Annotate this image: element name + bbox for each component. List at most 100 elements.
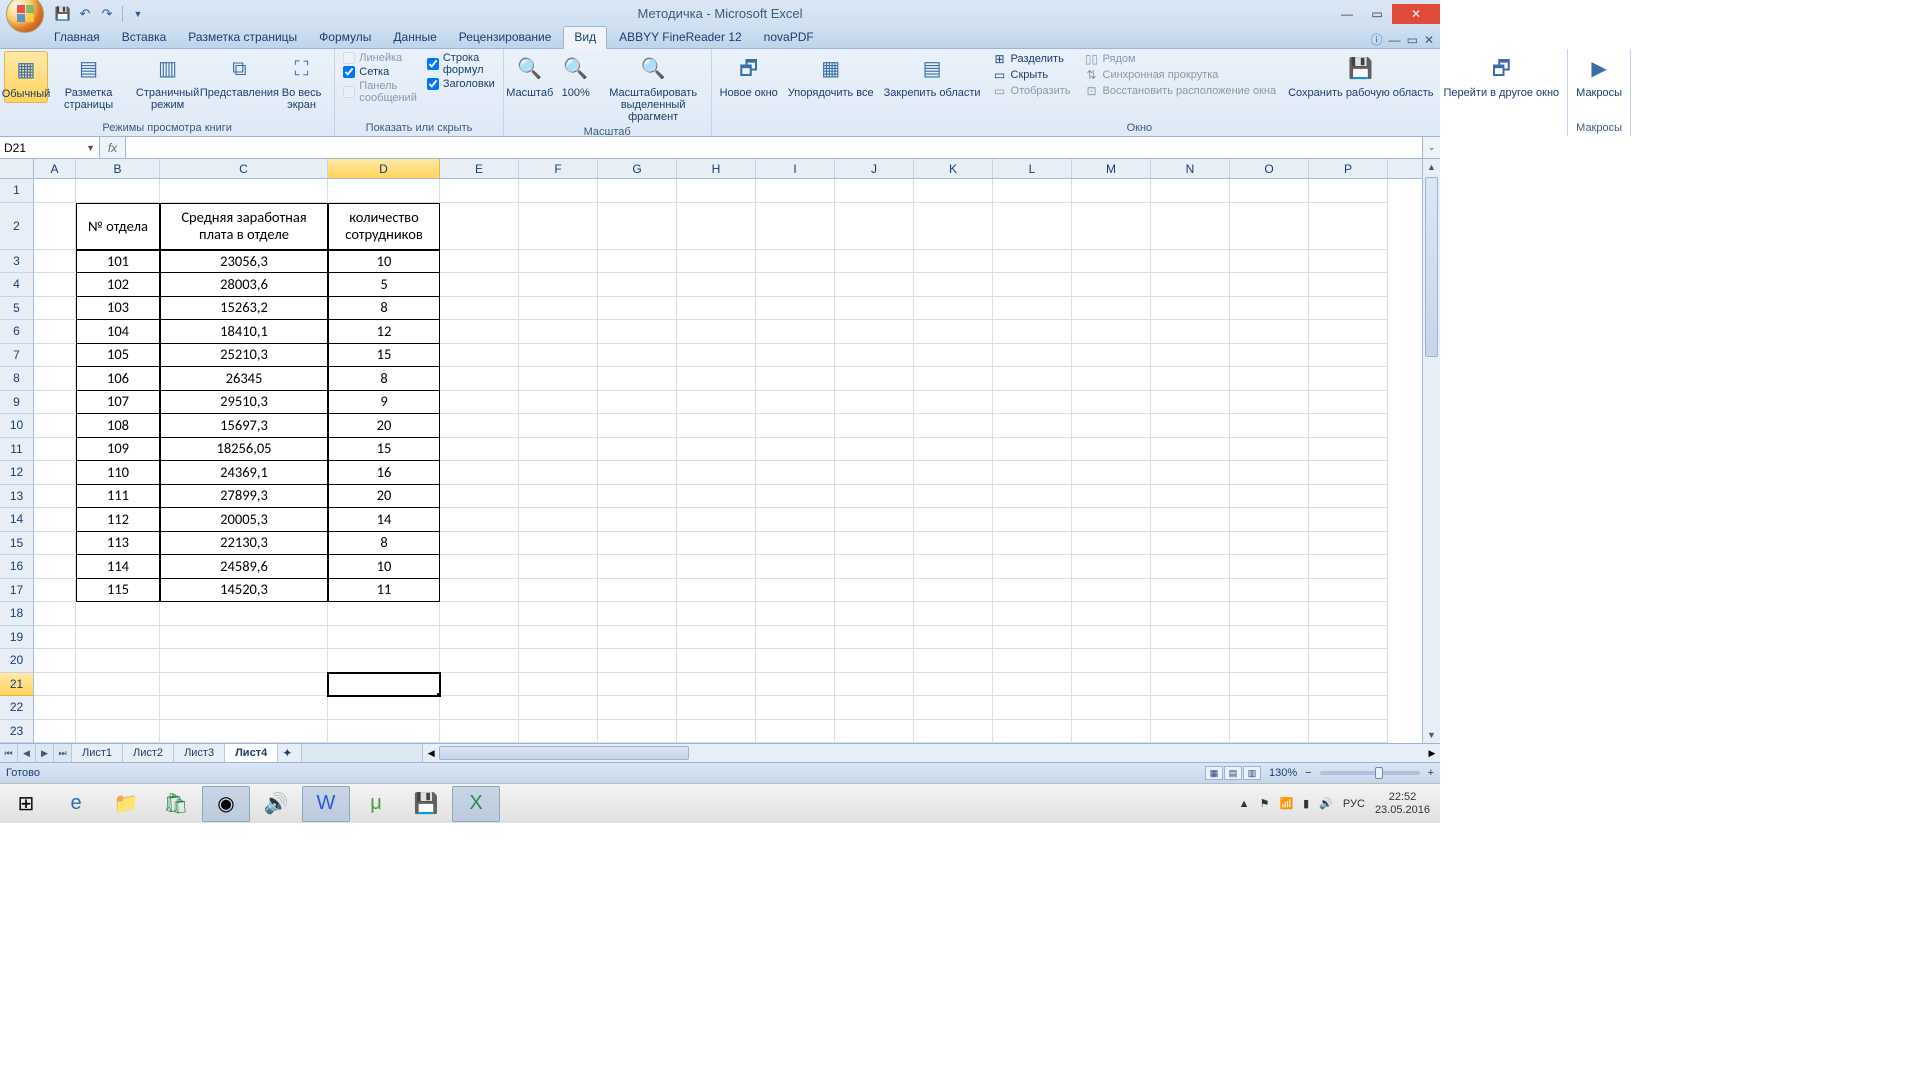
cell-F5[interactable] [519, 297, 598, 321]
scroll-up-icon[interactable]: ▲ [1423, 159, 1440, 175]
cell-O1[interactable] [1230, 179, 1309, 203]
cell-J4[interactable] [835, 273, 914, 297]
cell-N22[interactable] [1151, 696, 1230, 720]
cell-B23[interactable] [76, 720, 160, 744]
cell-I4[interactable] [756, 273, 835, 297]
cell-E11[interactable] [440, 438, 519, 462]
sheet-tab-0[interactable]: Лист1 [72, 744, 123, 762]
cell-I11[interactable] [756, 438, 835, 462]
row-header-12[interactable]: 12 [0, 461, 33, 485]
cell-J21[interactable] [835, 673, 914, 697]
cell-B13[interactable]: 111 [76, 485, 160, 509]
cell-P11[interactable] [1309, 438, 1388, 462]
cell-A4[interactable] [34, 273, 76, 297]
cell-N1[interactable] [1151, 179, 1230, 203]
cell-J12[interactable] [835, 461, 914, 485]
help-icon[interactable]: ⓘ [1371, 31, 1383, 48]
doc-restore-icon[interactable]: ▭ [1407, 33, 1418, 47]
cell-K8[interactable] [914, 367, 993, 391]
zoom-button[interactable]: 🔍Масштаб [508, 51, 552, 101]
fx-button[interactable]: fx [100, 137, 126, 158]
cell-B17[interactable]: 115 [76, 579, 160, 603]
normal-view-button[interactable]: ▦Обычный [4, 51, 48, 103]
cell-O11[interactable] [1230, 438, 1309, 462]
cell-L22[interactable] [993, 696, 1072, 720]
doc-close-icon[interactable]: ✕ [1424, 33, 1434, 47]
cell-B11[interactable]: 109 [76, 438, 160, 462]
tab-formulas[interactable]: Формулы [309, 27, 381, 48]
cell-F10[interactable] [519, 414, 598, 438]
cell-J13[interactable] [835, 485, 914, 509]
cell-C22[interactable] [160, 696, 328, 720]
cell-E4[interactable] [440, 273, 519, 297]
cell-F21[interactable] [519, 673, 598, 697]
headings-checkbox[interactable]: Заголовки [423, 77, 499, 91]
zoom-level[interactable]: 130% [1269, 767, 1297, 779]
row-header-4[interactable]: 4 [0, 273, 33, 297]
cell-A5[interactable] [34, 297, 76, 321]
cell-H19[interactable] [677, 626, 756, 650]
cell-B22[interactable] [76, 696, 160, 720]
cell-H6[interactable] [677, 320, 756, 344]
col-header-F[interactable]: F [519, 159, 598, 178]
col-header-K[interactable]: K [914, 159, 993, 178]
clock[interactable]: 22:5223.05.2016 [1375, 791, 1430, 815]
cell-K15[interactable] [914, 532, 993, 556]
cell-G14[interactable] [598, 508, 677, 532]
cell-M8[interactable] [1072, 367, 1151, 391]
cell-A22[interactable] [34, 696, 76, 720]
cell-P21[interactable] [1309, 673, 1388, 697]
chrome-icon[interactable]: ◉ [202, 786, 250, 822]
hscroll-thumb[interactable] [439, 746, 689, 760]
cell-N3[interactable] [1151, 250, 1230, 274]
cell-E10[interactable] [440, 414, 519, 438]
cell-C2[interactable]: Средняя заработная плата в отделе [160, 203, 328, 250]
cell-J20[interactable] [835, 649, 914, 673]
cell-L23[interactable] [993, 720, 1072, 744]
cell-H14[interactable] [677, 508, 756, 532]
cell-M19[interactable] [1072, 626, 1151, 650]
cell-O21[interactable] [1230, 673, 1309, 697]
cell-B14[interactable]: 112 [76, 508, 160, 532]
cell-N6[interactable] [1151, 320, 1230, 344]
row-header-8[interactable]: 8 [0, 367, 33, 391]
cell-M3[interactable] [1072, 250, 1151, 274]
cell-L5[interactable] [993, 297, 1072, 321]
word-icon[interactable]: W [302, 786, 350, 822]
qat-dropdown-icon[interactable]: ▼ [129, 5, 147, 23]
cell-K14[interactable] [914, 508, 993, 532]
cell-P15[interactable] [1309, 532, 1388, 556]
macros-button[interactable]: ▶Макросы [1572, 51, 1626, 101]
cell-B8[interactable]: 106 [76, 367, 160, 391]
sheet-tab-3[interactable]: Лист4 [225, 744, 278, 762]
cell-G8[interactable] [598, 367, 677, 391]
cell-D10[interactable]: 20 [328, 414, 440, 438]
cell-F2[interactable] [519, 203, 598, 250]
cell-E3[interactable] [440, 250, 519, 274]
cell-K4[interactable] [914, 273, 993, 297]
cell-O16[interactable] [1230, 555, 1309, 579]
row-header-2[interactable]: 2 [0, 203, 33, 250]
row-header-6[interactable]: 6 [0, 320, 33, 344]
cell-E7[interactable] [440, 344, 519, 368]
cell-P17[interactable] [1309, 579, 1388, 603]
cell-G11[interactable] [598, 438, 677, 462]
cell-H22[interactable] [677, 696, 756, 720]
row-header-22[interactable]: 22 [0, 696, 33, 720]
cell-D23[interactable] [328, 720, 440, 744]
cell-A9[interactable] [34, 391, 76, 415]
cell-B4[interactable]: 102 [76, 273, 160, 297]
cell-O2[interactable] [1230, 203, 1309, 250]
cell-A23[interactable] [34, 720, 76, 744]
cell-G12[interactable] [598, 461, 677, 485]
cell-B2[interactable]: № отдела [76, 203, 160, 250]
row-header-19[interactable]: 19 [0, 626, 33, 650]
sheet-last-icon[interactable]: ⏭ [54, 744, 72, 762]
cell-C4[interactable]: 28003,6 [160, 273, 328, 297]
col-header-G[interactable]: G [598, 159, 677, 178]
freeze-panes-button[interactable]: ▤Закрепить области [880, 51, 985, 101]
redo-icon[interactable]: ↷ [98, 5, 116, 23]
row-header-13[interactable]: 13 [0, 485, 33, 509]
cell-F22[interactable] [519, 696, 598, 720]
cell-O8[interactable] [1230, 367, 1309, 391]
